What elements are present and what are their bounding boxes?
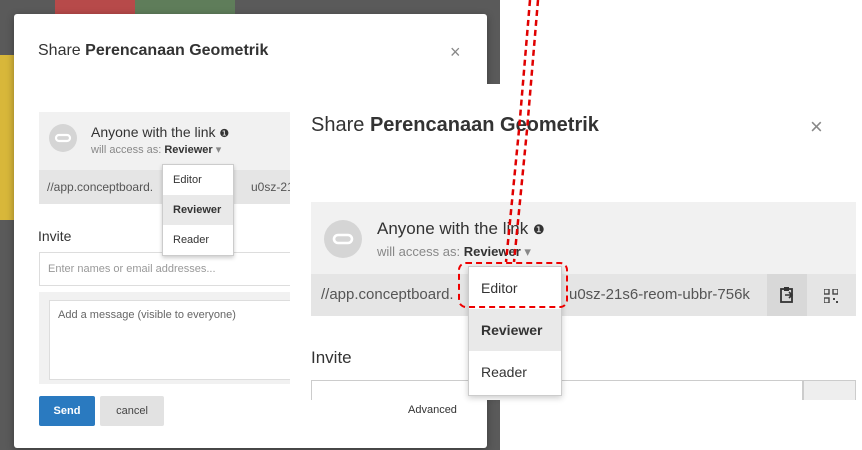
annotation-arrow — [504, 0, 540, 263]
